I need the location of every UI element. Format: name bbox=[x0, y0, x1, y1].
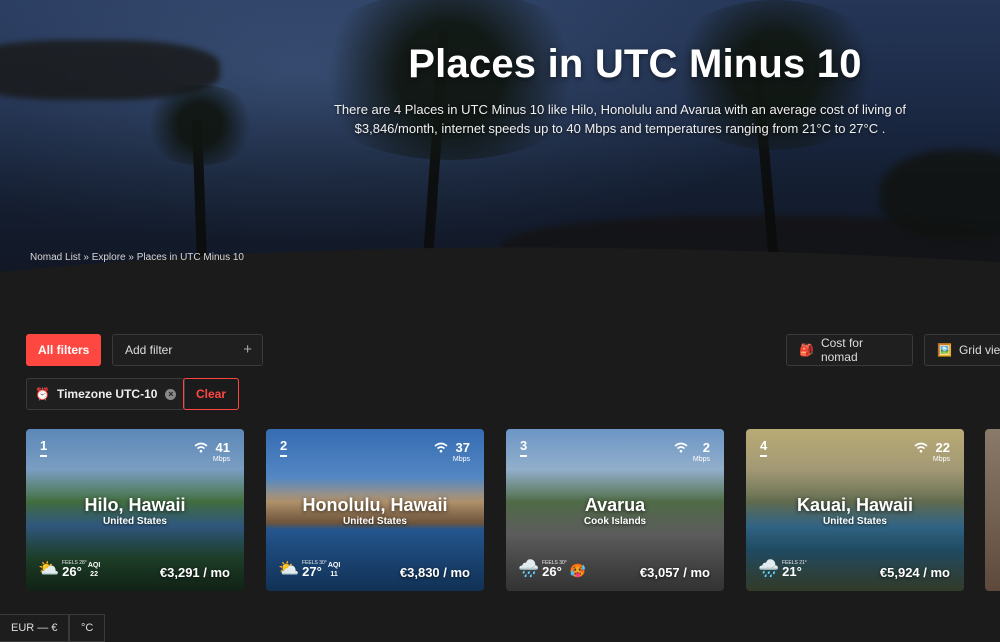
air-quality: AQI 11 bbox=[328, 561, 340, 579]
rank-number: 1 bbox=[40, 438, 48, 457]
place-country: United States bbox=[823, 516, 887, 527]
internet-speed-unit: Mbps bbox=[692, 456, 710, 463]
aqi-value: 11 bbox=[330, 571, 338, 578]
breadcrumb: Nomad List » Explore » Places in UTC Min… bbox=[30, 252, 244, 263]
remove-filter-icon[interactable]: × bbox=[165, 388, 177, 400]
partly-cloudy-icon: ⛅ bbox=[278, 559, 300, 578]
rank-number: 4 bbox=[760, 438, 768, 457]
currency-label: EUR — € bbox=[11, 622, 58, 634]
cost-of-living: €5,924 / mo bbox=[879, 565, 950, 580]
internet-speed: 37 Mbps bbox=[453, 439, 470, 463]
internet-speed-unit: Mbps bbox=[932, 456, 950, 463]
wifi-icon bbox=[674, 442, 688, 456]
weather: ⛅ 26° AQI 22 bbox=[38, 559, 100, 579]
internet-speed-value: 41 bbox=[215, 440, 230, 455]
place-name: Honolulu, Hawaii bbox=[302, 495, 448, 515]
wifi-icon bbox=[914, 442, 928, 456]
rank-number: 3 bbox=[520, 438, 528, 457]
temperature: 27° bbox=[302, 564, 322, 579]
place-card[interactable]: 2 37 Mbps Honolulu, Hawaii United States… bbox=[266, 429, 484, 591]
place-country: Cook Islands bbox=[583, 516, 647, 527]
clear-filters-button[interactable]: Clear bbox=[183, 378, 240, 410]
place-country: United States bbox=[343, 516, 407, 527]
weather: 🌧️ 26° 🥵 bbox=[518, 559, 586, 579]
internet-speed-value: 37 bbox=[455, 440, 470, 455]
internet-speed-value: 22 bbox=[935, 440, 950, 455]
place-card[interactable]: 4 22 Mbps Kauai, Hawaii United States FE… bbox=[746, 429, 964, 591]
grid-view-label: Grid view bbox=[958, 343, 1000, 357]
temperature: 26° bbox=[62, 564, 82, 579]
wifi-icon bbox=[194, 442, 208, 456]
internet-speed-value: 2 bbox=[702, 440, 710, 455]
aqi-label: AQI bbox=[87, 562, 101, 569]
internet-speed: 2 Mbps bbox=[693, 439, 710, 463]
add-filter-label: Add filter bbox=[125, 343, 173, 357]
place-card[interactable]: 1 41 Mbps Hilo, Hawaii United States FEE… bbox=[26, 429, 244, 591]
all-filters-label: All filters bbox=[38, 343, 90, 357]
place-name: Hilo, Hawaii bbox=[84, 495, 186, 515]
air-quality: AQI 22 bbox=[88, 561, 100, 579]
breadcrumb-link-home[interactable]: Nomad List bbox=[30, 252, 81, 263]
grid-view-button[interactable]: 🖼️ Grid view bbox=[924, 334, 1000, 366]
temperature-unit-label: °C bbox=[81, 622, 94, 634]
internet-speed: 22 Mbps bbox=[933, 439, 950, 463]
backpack-icon: 🎒 bbox=[799, 343, 814, 357]
temperature: 21° bbox=[782, 564, 802, 579]
page-description: There are 4 Places in UTC Minus 10 like … bbox=[333, 102, 907, 136]
weather: ⛅ 27° AQI 11 bbox=[278, 559, 340, 579]
cost-for-nomad-button[interactable]: 🎒 Cost for nomad bbox=[786, 334, 913, 366]
hero-banner: Places in UTC Minus 10 There are 4 Place… bbox=[0, 0, 1000, 290]
internet-speed-unit: Mbps bbox=[212, 456, 230, 463]
temperature-unit-toggle[interactable]: °C bbox=[69, 614, 106, 642]
rain-cloud-icon: 🌧️ bbox=[758, 559, 780, 578]
breadcrumb-separator: » bbox=[128, 252, 134, 263]
wifi-icon bbox=[434, 442, 448, 456]
breadcrumb-link-explore[interactable]: Explore bbox=[92, 252, 126, 263]
aqi-label: AQI bbox=[327, 562, 341, 569]
alarm-clock-icon: ⏰ bbox=[35, 387, 50, 401]
cost-of-living: €3,057 / mo bbox=[639, 565, 710, 580]
page-title: Places in UTC Minus 10 bbox=[408, 42, 862, 86]
place-card-partial[interactable] bbox=[985, 429, 1000, 591]
place-country: United States bbox=[103, 516, 167, 527]
active-filter-label: Timezone UTC-10 bbox=[56, 387, 158, 401]
internet-speed-unit: Mbps bbox=[452, 456, 470, 463]
internet-speed: 41 Mbps bbox=[213, 439, 230, 463]
picture-icon: 🖼️ bbox=[937, 343, 952, 357]
plus-icon: + bbox=[243, 341, 252, 358]
aqi-value: 22 bbox=[90, 571, 98, 578]
rain-cloud-icon: 🌧️ bbox=[518, 559, 540, 578]
breadcrumb-separator: » bbox=[83, 252, 89, 263]
active-filter-chip[interactable]: ⏰ Timezone UTC-10 × bbox=[26, 378, 186, 410]
cost-of-living: €3,291 / mo bbox=[159, 565, 230, 580]
add-filter-button[interactable]: Add filter + bbox=[112, 334, 263, 366]
hot-face-icon: 🥵 bbox=[569, 563, 587, 578]
all-filters-button[interactable]: All filters bbox=[26, 334, 102, 366]
weather: 🌧️ 21° bbox=[758, 559, 802, 579]
currency-selector[interactable]: EUR — € bbox=[0, 614, 70, 642]
place-name: Avarua bbox=[584, 495, 646, 515]
cost-for-nomad-label: Cost for nomad bbox=[820, 336, 863, 364]
temperature: 26° bbox=[542, 564, 562, 579]
place-name: Kauai, Hawaii bbox=[796, 495, 914, 515]
cost-of-living: €3,830 / mo bbox=[399, 565, 470, 580]
rank-number: 2 bbox=[280, 438, 288, 457]
partly-cloudy-icon: ⛅ bbox=[38, 559, 60, 578]
breadcrumb-current: Places in UTC Minus 10 bbox=[136, 252, 244, 263]
clear-label: Clear bbox=[196, 387, 227, 401]
place-card[interactable]: 3 2 Mbps Avarua Cook Islands FEELS 30° 🌧… bbox=[506, 429, 724, 591]
